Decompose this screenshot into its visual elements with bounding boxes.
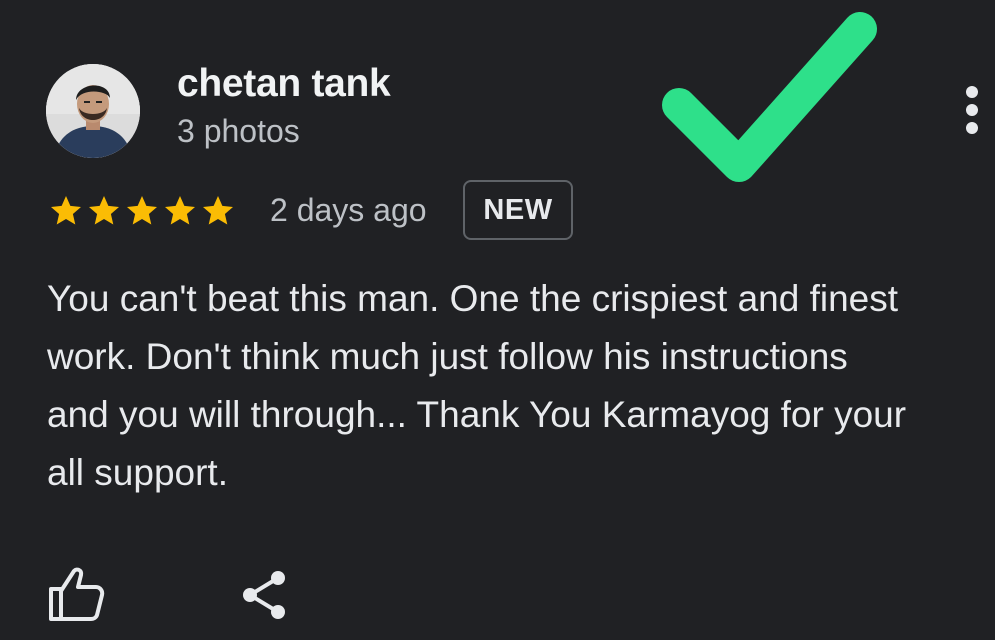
review-date: 2 days ago [270,192,427,228]
star-icon [51,196,81,225]
share-button[interactable] [238,567,290,623]
review-card: chetan tank 3 photos 2 days ago NEW You … [0,0,995,640]
more-options-button[interactable] [950,80,994,140]
review-text-line: and you will through... Thank You Karmay… [47,394,907,435]
review-text: You can't beat this man. One the crispie… [47,270,993,510]
share-icon [243,571,285,619]
avatar[interactable] [46,64,140,158]
more-vert-icon-dot [966,104,978,116]
checkmark-icon [662,12,877,182]
review-text-line: You can't beat this man. One the crispie… [47,278,899,319]
review-text-line: work. Don't think much just follow his i… [47,336,848,377]
new-badge: NEW [463,180,573,240]
review-text-line: all support. [47,452,228,493]
star-icon [203,196,233,225]
author-name[interactable]: chetan tank [177,62,391,106]
user-photo-avatar-icon [46,64,140,158]
star-icon [165,196,195,225]
star-icon [127,196,157,225]
author-photo-count: 3 photos [177,113,300,149]
more-vert-icon [966,86,978,98]
thumbs-up-icon [49,567,105,621]
more-vert-icon-dot [966,122,978,134]
star-icon [89,196,119,225]
like-button[interactable] [46,565,106,623]
star-rating [48,193,236,233]
